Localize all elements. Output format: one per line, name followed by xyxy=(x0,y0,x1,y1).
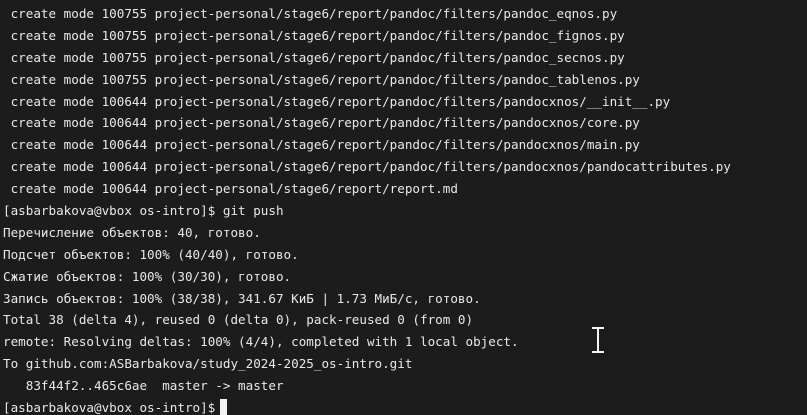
command-line: [asbarbakova@vbox os-intro]$ git push xyxy=(3,203,284,219)
output-line: create mode 100755 project-personal/stag… xyxy=(3,27,625,43)
output-line: Total 38 (delta 4), reused 0 (delta 0), … xyxy=(3,312,474,328)
prompt-line[interactable]: [asbarbakova@vbox os-intro]$ xyxy=(3,397,801,415)
output-line: create mode 100755 project-personal/stag… xyxy=(3,6,618,21)
output-line: create mode 100644 project-personal/stag… xyxy=(3,137,640,153)
output-line: create mode 100644 project-personal/stag… xyxy=(3,159,731,175)
output-line: Перечисление объектов: 40, готово. xyxy=(3,224,261,240)
text-cursor xyxy=(220,399,228,415)
output-line: create mode 100644 project-personal/stag… xyxy=(3,181,458,197)
output-line: 83f44f2..465c6ae master -> master xyxy=(3,378,284,394)
output-line: create mode 100755 project-personal/stag… xyxy=(3,49,625,65)
ibeam-cursor-icon xyxy=(591,327,605,353)
terminal-output: create mode 100755 project-personal/stag… xyxy=(3,3,801,415)
terminal-window[interactable]: create mode 100755 project-personal/stag… xyxy=(0,0,807,415)
output-line: create mode 100644 project-personal/stag… xyxy=(3,93,671,109)
output-line: Сжатие объектов: 100% (30/30), готово. xyxy=(3,268,292,284)
output-line: Запись объектов: 100% (38/38), 341.67 Ки… xyxy=(3,290,481,306)
output-line: create mode 100755 project-personal/stag… xyxy=(3,71,640,87)
output-line: remote: Resolving deltas: 100% (4/4), co… xyxy=(3,334,519,350)
output-line: Подсчет объектов: 100% (40/40), готово. xyxy=(3,246,299,262)
output-line: To github.com:ASBarbakova/study_2024-202… xyxy=(3,356,413,372)
output-line: create mode 100644 project-personal/stag… xyxy=(3,115,640,131)
shell-prompt: [asbarbakova@vbox os-intro]$ xyxy=(3,400,216,415)
